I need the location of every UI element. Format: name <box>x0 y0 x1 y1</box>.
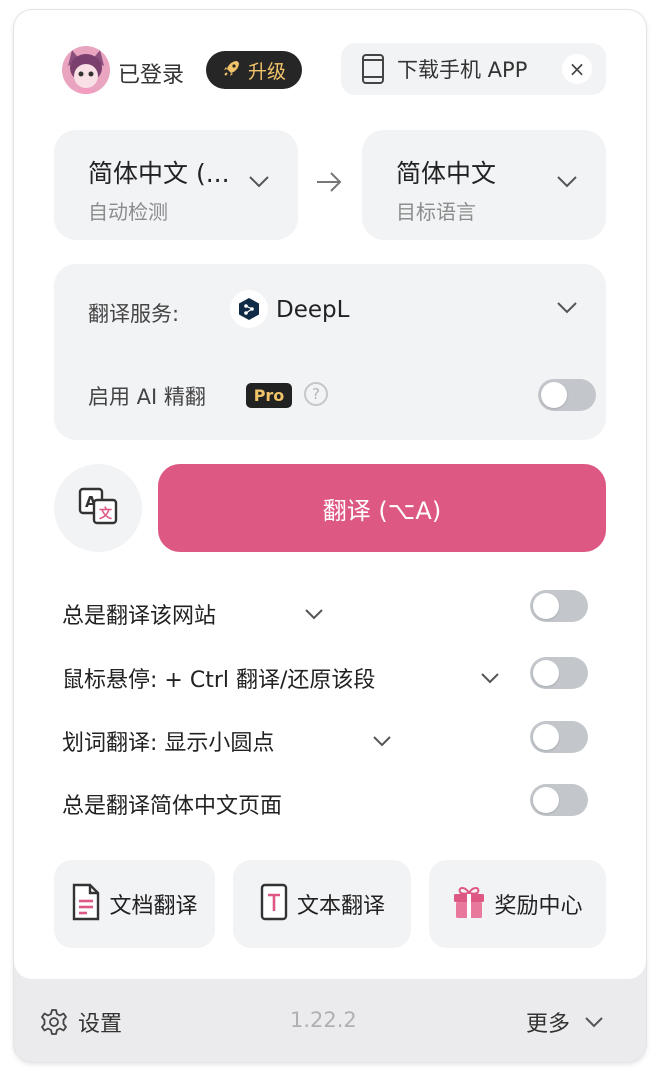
chevron-down-icon[interactable] <box>556 300 578 319</box>
ai-refine-toggle[interactable] <box>538 379 596 411</box>
settings-button[interactable]: 设置 <box>40 1006 122 1038</box>
target-language-select[interactable]: 简体中文 目标语言 <box>362 130 606 240</box>
source-language-name: 简体中文 (... <box>88 159 230 188</box>
target-language-caption: 目标语言 <box>396 200 476 224</box>
ai-refine-label: 启用 AI 精翻 <box>88 385 206 409</box>
translate-page-icon-button[interactable]: A 文 <box>54 464 142 552</box>
target-language-name: 简体中文 <box>396 159 497 188</box>
deepl-logo-icon <box>230 290 268 328</box>
more-menu-button[interactable]: 更多 <box>526 1006 604 1038</box>
chevron-down-icon[interactable] <box>304 606 324 625</box>
toggle-knob <box>533 593 559 619</box>
svg-text:文: 文 <box>99 506 113 522</box>
help-icon[interactable]: ? <box>304 382 328 406</box>
document-translate-label: 文档翻译 <box>109 894 198 919</box>
settings-label: 设置 <box>78 1012 123 1037</box>
upgrade-label: 升级 <box>247 60 286 83</box>
rocket-icon <box>222 58 242 82</box>
text-translate-button[interactable]: 文本翻译 <box>233 860 411 948</box>
close-icon[interactable]: × <box>562 54 592 84</box>
rewards-center-button[interactable]: 奖励中心 <box>429 860 606 948</box>
toggle-knob <box>533 660 559 686</box>
rewards-center-label: 奖励中心 <box>494 894 583 919</box>
more-label: 更多 <box>526 1012 571 1037</box>
download-app-banner[interactable]: 下载手机 APP × <box>341 43 606 95</box>
phone-icon <box>361 54 385 84</box>
option-always-translate-site-label: 总是翻译该网站 <box>62 604 217 629</box>
document-icon <box>71 883 101 925</box>
popup-window: 已登录 升级 下载手机 APP × 简体中文 (... 自动检测 简体中文 目标… <box>14 10 646 1062</box>
option-selection-translate-label: 划词翻译: 显示小圆点 <box>62 731 275 756</box>
text-translate-label: 文本翻译 <box>296 894 385 919</box>
arrow-right-icon <box>314 170 344 198</box>
download-app-label: 下载手机 APP <box>397 58 528 82</box>
chevron-down-icon <box>248 174 270 193</box>
translate-button[interactable]: 翻译 (⌥A) <box>158 464 606 552</box>
chevron-down-icon[interactable] <box>372 733 392 752</box>
hover-translate-toggle[interactable] <box>530 657 588 689</box>
source-language-caption: 自动检测 <box>88 200 168 224</box>
pro-badge: Pro <box>246 383 292 408</box>
main-card: 已登录 升级 下载手机 APP × 简体中文 (... 自动检测 简体中文 目标… <box>14 10 646 979</box>
service-label: 翻译服务: <box>88 302 180 326</box>
source-language-select[interactable]: 简体中文 (... 自动检测 <box>54 130 298 240</box>
chevron-down-icon <box>584 1016 604 1029</box>
translation-service-panel: 翻译服务: DeepL 启用 AI 精翻 Pro ? <box>54 264 606 440</box>
document-translate-button[interactable]: 文档翻译 <box>54 860 215 948</box>
chevron-down-icon <box>556 174 578 193</box>
option-always-translate-language-label: 总是翻译简体中文页面 <box>62 794 283 819</box>
text-icon <box>259 883 289 925</box>
toggle-knob <box>533 787 559 813</box>
gift-icon <box>452 884 486 924</box>
selection-translate-toggle[interactable] <box>530 721 588 753</box>
chevron-down-icon[interactable] <box>480 670 500 689</box>
toggle-knob <box>533 724 559 750</box>
login-status: 已登录 <box>118 63 185 88</box>
service-name[interactable]: DeepL <box>276 297 349 323</box>
toggle-knob <box>541 382 567 408</box>
always-translate-site-toggle[interactable] <box>530 590 588 622</box>
option-hover-translate-label: 鼠标悬停: + Ctrl 翻译/还原该段 <box>62 668 376 693</box>
gear-icon <box>40 1008 68 1036</box>
version-number: 1.22.2 <box>290 1008 357 1032</box>
always-translate-language-toggle[interactable] <box>530 784 588 816</box>
translate-icon: A 文 <box>76 486 120 530</box>
avatar[interactable] <box>62 46 110 94</box>
upgrade-button[interactable]: 升级 <box>206 51 302 89</box>
